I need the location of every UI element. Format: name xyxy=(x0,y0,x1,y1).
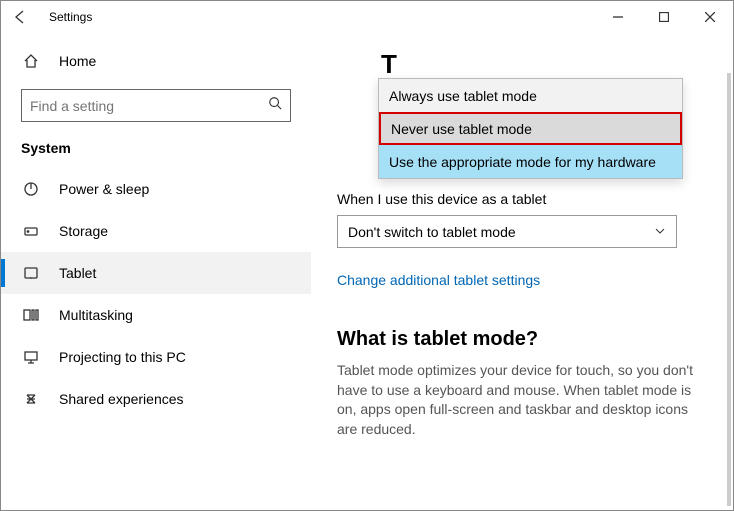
sidebar-item-label: Power & sleep xyxy=(59,181,149,197)
dropdown-option-never[interactable]: Never use tablet mode xyxy=(379,112,682,145)
sidebar-home[interactable]: Home xyxy=(1,45,311,77)
dropdown-sign-in-mode: Always use tablet mode Never use tablet … xyxy=(378,78,683,179)
sidebar-item-projecting[interactable]: Projecting to this PC xyxy=(1,336,311,378)
storage-icon xyxy=(21,223,41,239)
dropdown-option-always[interactable]: Always use tablet mode xyxy=(379,79,682,112)
home-icon xyxy=(21,53,41,69)
sidebar-home-label: Home xyxy=(59,53,96,69)
sidebar-item-shared-experiences[interactable]: Shared experiences xyxy=(1,378,311,420)
sidebar-item-multitasking[interactable]: Multitasking xyxy=(1,294,311,336)
search-input[interactable] xyxy=(30,98,268,114)
tablet-icon xyxy=(21,265,41,281)
maximize-button[interactable] xyxy=(641,1,687,33)
select-value: Don't switch to tablet mode xyxy=(348,224,516,240)
sidebar-item-label: Shared experiences xyxy=(59,391,184,407)
projecting-icon xyxy=(21,349,41,365)
link-additional-settings[interactable]: Change additional tablet settings xyxy=(337,272,707,288)
sidebar-item-label: Tablet xyxy=(59,265,96,281)
field-label-device-tablet: When I use this device as a tablet xyxy=(337,191,707,207)
sidebar-item-label: Projecting to this PC xyxy=(59,349,186,365)
close-button[interactable] xyxy=(687,1,733,33)
sidebar-item-label: Multitasking xyxy=(59,307,133,323)
sidebar: Home System Power & sleep Storage Tabl xyxy=(1,33,311,510)
window-title: Settings xyxy=(49,10,595,24)
chevron-down-icon xyxy=(654,224,666,240)
sidebar-item-label: Storage xyxy=(59,223,108,239)
shared-icon xyxy=(21,391,41,407)
multitasking-icon xyxy=(21,307,41,323)
minimize-button[interactable] xyxy=(595,1,641,33)
sidebar-section-label: System xyxy=(1,140,311,168)
page-title-partial: T xyxy=(381,49,397,80)
back-button[interactable] xyxy=(9,5,33,29)
dropdown-option-appropriate[interactable]: Use the appropriate mode for my hardware xyxy=(379,145,682,178)
sidebar-item-storage[interactable]: Storage xyxy=(1,210,311,252)
sidebar-item-tablet[interactable]: Tablet xyxy=(1,252,311,294)
select-device-tablet[interactable]: Don't switch to tablet mode xyxy=(337,215,677,248)
power-icon xyxy=(21,181,41,197)
sidebar-item-power-sleep[interactable]: Power & sleep xyxy=(1,168,311,210)
heading-what-is-tablet: What is tablet mode? xyxy=(337,328,707,351)
search-icon xyxy=(268,96,282,115)
scrollbar[interactable] xyxy=(727,73,731,506)
description-tablet-mode: Tablet mode optimizes your device for to… xyxy=(337,361,707,439)
search-box[interactable] xyxy=(21,89,291,122)
